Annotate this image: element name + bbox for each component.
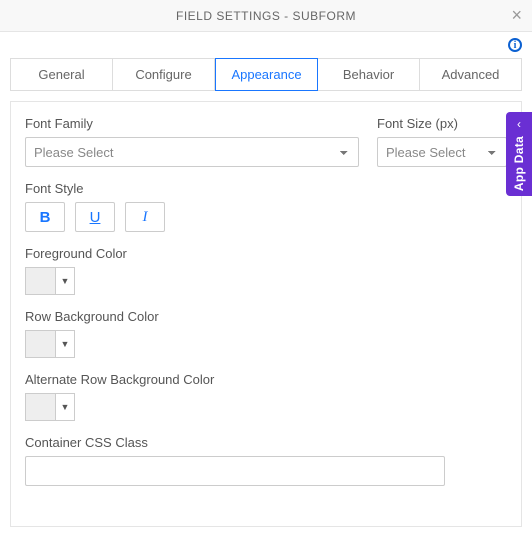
- chevron-left-icon: ‹: [517, 118, 521, 130]
- dialog-title: FIELD SETTINGS - SUBFORM: [176, 9, 356, 23]
- underline-button[interactable]: U: [75, 202, 115, 232]
- colorpicker-row-bg[interactable]: ▼: [25, 330, 75, 358]
- color-swatch: [26, 268, 56, 294]
- colorpicker-alt-row-bg[interactable]: ▼: [25, 393, 75, 421]
- color-swatch: [26, 394, 56, 420]
- side-tab-app-data[interactable]: ‹ App Data: [506, 112, 532, 196]
- select-font-size[interactable]: Please Select: [377, 137, 507, 167]
- tab-appearance[interactable]: Appearance: [215, 58, 318, 91]
- info-row: i: [0, 32, 532, 58]
- field-font-size: Font Size (px) Please Select: [377, 116, 507, 167]
- tab-label: General: [38, 67, 84, 82]
- tab-advanced[interactable]: Advanced: [420, 58, 522, 91]
- close-icon[interactable]: ×: [511, 6, 522, 24]
- tab-configure[interactable]: Configure: [113, 58, 215, 91]
- label-row-bg-color: Row Background Color: [25, 309, 507, 324]
- colorpicker-foreground[interactable]: ▼: [25, 267, 75, 295]
- bold-button[interactable]: B: [25, 202, 65, 232]
- field-foreground-color: Foreground Color ▼: [25, 246, 507, 295]
- field-font-family: Font Family Please Select: [25, 116, 359, 167]
- font-style-buttons: B U I: [25, 202, 507, 232]
- dialog-header: FIELD SETTINGS - SUBFORM ×: [0, 0, 532, 32]
- chevron-down-icon: ▼: [56, 331, 74, 357]
- tab-label: Advanced: [442, 67, 500, 82]
- label-container-css-class: Container CSS Class: [25, 435, 507, 450]
- field-container-css-class: Container CSS Class: [25, 435, 507, 486]
- field-font-style: Font Style B U I: [25, 181, 507, 232]
- tab-behavior[interactable]: Behavior: [318, 58, 420, 91]
- appearance-panel: Font Family Please Select Font Size (px)…: [10, 101, 522, 527]
- field-row-bg-color: Row Background Color ▼: [25, 309, 507, 358]
- field-alt-row-bg-color: Alternate Row Background Color ▼: [25, 372, 507, 421]
- italic-button[interactable]: I: [125, 202, 165, 232]
- side-tab-label: App Data: [512, 136, 526, 191]
- tab-label: Behavior: [343, 67, 394, 82]
- color-swatch: [26, 331, 56, 357]
- tab-label: Configure: [135, 67, 191, 82]
- label-foreground-color: Foreground Color: [25, 246, 507, 261]
- tab-bar: General Configure Appearance Behavior Ad…: [0, 58, 532, 91]
- chevron-down-icon: ▼: [56, 394, 74, 420]
- label-font-family: Font Family: [25, 116, 359, 131]
- label-font-size: Font Size (px): [377, 116, 507, 131]
- chevron-down-icon: ▼: [56, 268, 74, 294]
- label-alt-row-bg-color: Alternate Row Background Color: [25, 372, 507, 387]
- input-container-css-class[interactable]: [25, 456, 445, 486]
- tab-general[interactable]: General: [10, 58, 113, 91]
- tab-label: Appearance: [231, 67, 301, 82]
- label-font-style: Font Style: [25, 181, 507, 196]
- select-font-family[interactable]: Please Select: [25, 137, 359, 167]
- info-icon[interactable]: i: [508, 38, 522, 52]
